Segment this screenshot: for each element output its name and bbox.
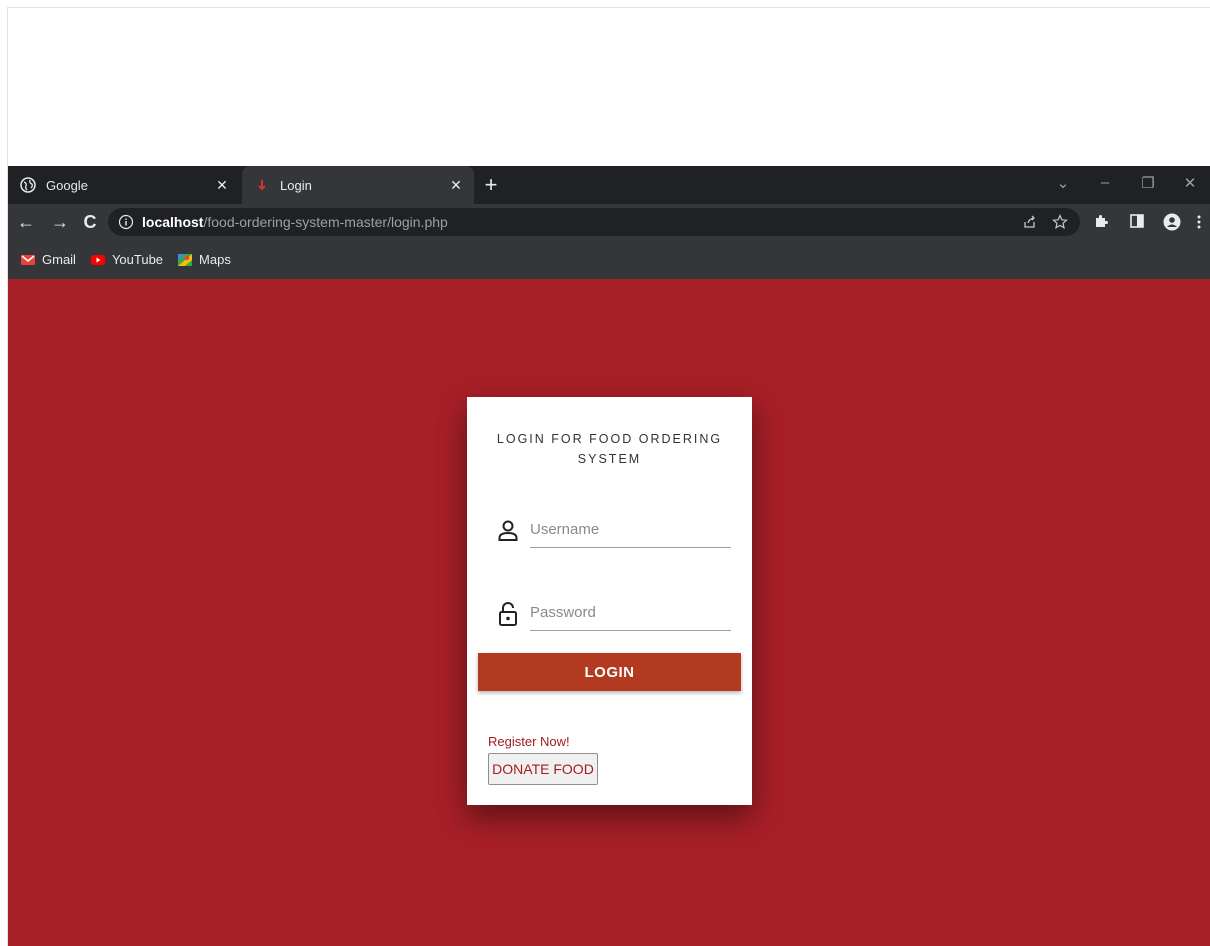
- frame-border: [7, 7, 1210, 8]
- profile-avatar-icon[interactable]: [1163, 213, 1181, 231]
- password-input[interactable]: [530, 595, 731, 631]
- username-input[interactable]: [530, 512, 731, 548]
- url-host: localhost: [142, 214, 204, 230]
- globe-icon: [20, 177, 36, 193]
- share-icon[interactable]: [1022, 214, 1038, 233]
- maps-icon: [177, 252, 193, 268]
- close-tab-icon[interactable]: ✕: [212, 177, 232, 194]
- bookmark-gmail[interactable]: Gmail: [20, 252, 76, 268]
- favicon-icon: [254, 177, 270, 193]
- bookmark-star-icon[interactable]: [1052, 214, 1068, 233]
- gmail-icon: [20, 252, 36, 268]
- restore-icon[interactable]: ❐: [1138, 174, 1158, 192]
- browser-chrome: Google ✕ Login ✕ + ⌄ – ❐ ✕ ← → C localho…: [8, 166, 1210, 279]
- url-path: /food-ordering-system-master/login.php: [203, 214, 448, 230]
- donate-food-button[interactable]: DONATE FOOD: [488, 753, 598, 785]
- lock-icon: [497, 601, 519, 627]
- login-card: LOGIN FOR FOOD ORDERING SYSTEM LOGIN Reg…: [467, 397, 752, 805]
- password-field: [497, 595, 731, 635]
- address-bar[interactable]: localhost/food-ordering-system-master/lo…: [108, 208, 1080, 236]
- bookmark-label: Gmail: [42, 252, 76, 267]
- login-button[interactable]: LOGIN: [478, 653, 741, 691]
- extensions-icon[interactable]: [1092, 213, 1110, 231]
- info-icon[interactable]: [118, 214, 134, 230]
- window-close-icon[interactable]: ✕: [1180, 174, 1200, 192]
- user-icon: [497, 518, 519, 544]
- side-panel-icon[interactable]: [1128, 213, 1146, 231]
- back-icon[interactable]: ←: [16, 212, 36, 232]
- tab-strip: Google ✕ Login ✕ + ⌄ – ❐ ✕: [8, 166, 1210, 204]
- tab-google[interactable]: Google ✕: [8, 166, 240, 204]
- reload-icon[interactable]: C: [80, 212, 100, 232]
- tab-title: Google: [46, 177, 88, 193]
- new-tab-button[interactable]: +: [480, 174, 502, 196]
- close-tab-icon[interactable]: ✕: [446, 177, 466, 194]
- omnibox-actions: [1022, 214, 1068, 233]
- tab-title: Login: [280, 177, 312, 193]
- page-title: LOGIN FOR FOOD ORDERING SYSTEM: [496, 432, 723, 466]
- tab-search-icon[interactable]: ⌄: [1053, 174, 1073, 192]
- bookmark-label: YouTube: [111, 252, 164, 267]
- url-text: localhost/food-ordering-system-master/lo…: [142, 214, 448, 230]
- youtube-icon: [90, 252, 106, 268]
- forward-icon[interactable]: →: [50, 212, 70, 232]
- bookmarks-bar: Gmail YouTube Maps: [8, 240, 1210, 279]
- page-background: LOGIN FOR FOOD ORDERING SYSTEM LOGIN Reg…: [8, 279, 1210, 946]
- menu-icon[interactable]: [1190, 213, 1208, 231]
- username-field: [497, 512, 731, 552]
- bookmark-label: Maps: [199, 252, 231, 267]
- tab-login[interactable]: Login ✕: [242, 166, 474, 204]
- toolbar: ← → C localhost/food-ordering-system-mas…: [8, 204, 1210, 240]
- minimize-icon[interactable]: –: [1095, 174, 1115, 191]
- bookmark-youtube[interactable]: YouTube: [90, 252, 163, 268]
- bookmark-maps[interactable]: Maps: [177, 252, 231, 268]
- register-link[interactable]: Register Now!: [488, 734, 570, 749]
